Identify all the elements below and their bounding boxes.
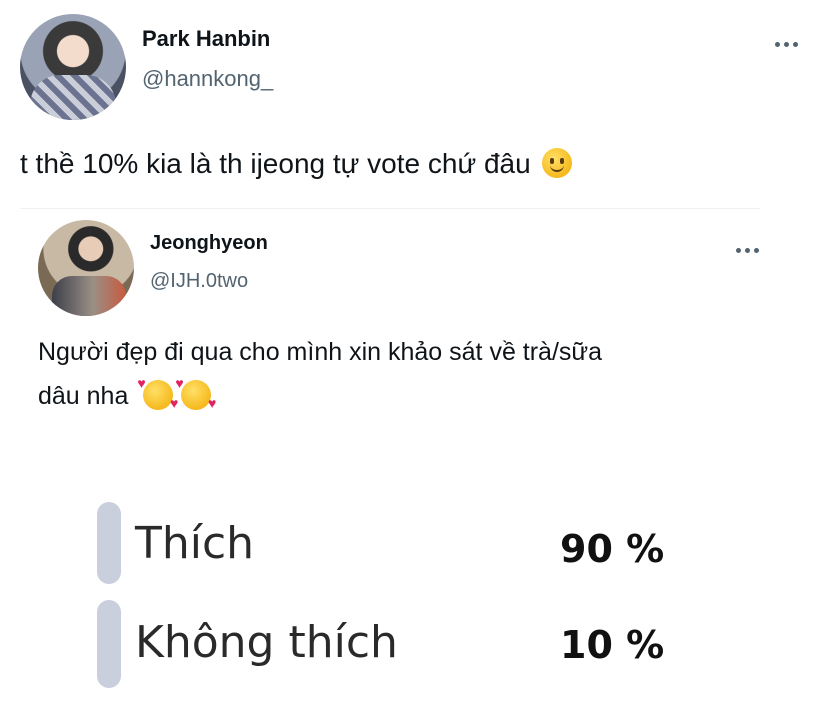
poll-option-label[interactable]: Không thích xyxy=(135,617,398,668)
author-avatar[interactable] xyxy=(20,14,126,120)
quoted-author-avatar[interactable] xyxy=(38,220,134,316)
quoted-more-options-icon[interactable] xyxy=(736,248,759,253)
author-handle[interactable]: @hannkong_ xyxy=(142,66,273,92)
tweet-text-content: t thề 10% kia là th ijeong tự vote chứ đ… xyxy=(20,148,531,179)
quoted-author-handle[interactable]: @IJH.0two xyxy=(150,270,248,293)
author-name[interactable]: Park Hanbin xyxy=(142,26,270,52)
smiling-face-with-hearts-icon xyxy=(175,374,216,412)
quoted-tweet-text-line2: dâu nha xyxy=(38,382,129,410)
tweet-text: t thề 10% kia là th ijeong tự vote chứ đ… xyxy=(20,146,573,182)
poll-option-label[interactable]: Thích xyxy=(135,518,254,569)
poll-option-percent: 90 % xyxy=(560,527,665,571)
smiling-face-with-hearts-icon xyxy=(137,374,178,412)
more-options-icon[interactable] xyxy=(775,42,798,47)
poll-option-bar xyxy=(97,600,121,688)
quoted-author-name[interactable]: Jeonghyeon xyxy=(150,232,268,255)
poll-option-bar xyxy=(97,502,121,584)
quoted-tweet-text-line1: Người đẹp đi qua cho mình xin khảo sát v… xyxy=(38,338,603,366)
quoted-tweet-text-line2-wrap: dâu nha xyxy=(38,374,219,413)
divider xyxy=(20,208,760,209)
poll-option-percent: 10 % xyxy=(560,623,665,667)
slightly-smiling-face-icon xyxy=(542,148,573,178)
